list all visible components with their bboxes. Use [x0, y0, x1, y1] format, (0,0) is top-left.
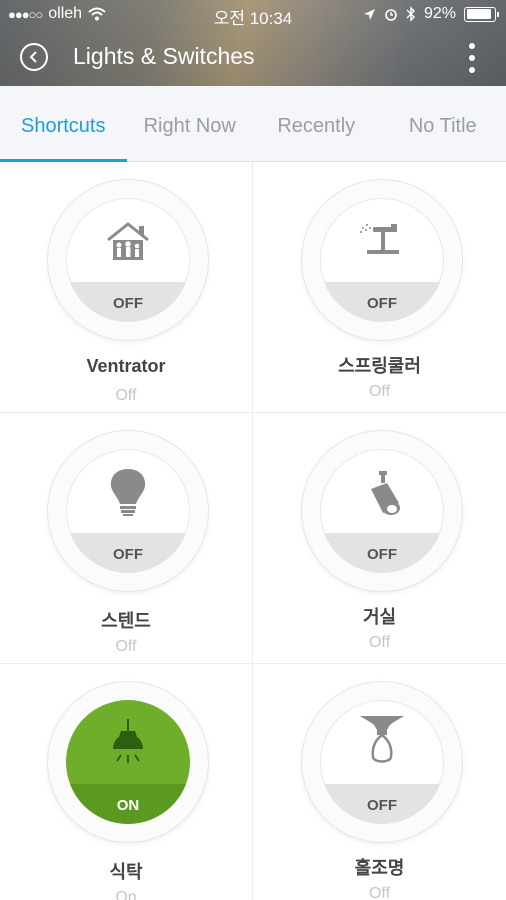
device-toggle[interactable]: OFF	[48, 180, 208, 340]
device-name: 홀조명	[354, 858, 405, 878]
tab-no-title[interactable]: No Title	[380, 86, 506, 161]
tab-bar: Shortcuts Right Now Recently No Title	[0, 86, 506, 162]
battery-percent: 92%	[423, 5, 456, 22]
location-arrow-icon	[363, 8, 375, 20]
device-tile-living-room[interactable]: OFF 거실 Off	[253, 413, 506, 664]
back-button[interactable]	[20, 43, 48, 71]
page-title: Lights & Switches	[73, 43, 255, 69]
toggle-state-label: OFF	[113, 546, 143, 563]
ceiling-lamp-icon	[360, 716, 404, 763]
device-toggle[interactable]: OFF	[302, 180, 462, 340]
sprinkler-icon	[360, 224, 399, 254]
toggle-state-label: OFF	[367, 797, 397, 814]
device-toggle[interactable]: ON	[48, 682, 208, 842]
device-name: 스프링쿨러	[338, 356, 421, 376]
toggle-state-label: ON	[116, 797, 140, 814]
device-toggle[interactable]: OFF	[48, 431, 208, 591]
spotlight-icon	[371, 471, 400, 515]
bluetooth-icon	[406, 6, 415, 22]
app-header: ●●●○○ olleh 오전 10:34 92% Lights & Switch…	[0, 0, 506, 86]
more-vert-icon	[469, 43, 475, 49]
device-name: 거실	[362, 607, 397, 627]
device-tile-dining[interactable]: ON 식탁 On	[0, 664, 253, 900]
device-status: Off	[368, 885, 391, 900]
alarm-icon	[385, 9, 397, 21]
device-tile-sprinkler[interactable]: OFF 스프링쿨러 Off	[253, 162, 506, 413]
toggle-state-label: OFF	[113, 295, 143, 312]
device-status: Off	[115, 638, 137, 655]
toggle-state-label: OFF	[367, 546, 397, 563]
back-icon	[29, 51, 37, 63]
device-toggle[interactable]: OFF	[302, 682, 462, 842]
device-tile-stand[interactable]: OFF 스텐드 Off	[0, 413, 253, 664]
device-status: On	[115, 889, 137, 900]
device-toggle[interactable]: OFF	[302, 431, 462, 591]
device-tile-ventrator[interactable]: OFF Ventrator Off	[0, 162, 253, 413]
device-name: Ventrator	[86, 356, 166, 376]
device-grid: OFF Ventrator Off OFF 스프링쿨러 Off OFF 스텐드 …	[0, 162, 506, 900]
device-status: Off	[368, 383, 391, 400]
device-name: 식탁	[109, 862, 143, 882]
bulb-icon	[110, 469, 146, 516]
battery-icon	[464, 6, 499, 22]
device-name: 스텐드	[101, 611, 151, 631]
more-button[interactable]	[468, 43, 476, 73]
nav-bar: Lights & Switches	[0, 30, 506, 86]
device-status: Off	[115, 387, 137, 404]
pendant-lamp-icon	[113, 719, 143, 763]
status-bar: ●●●○○ olleh 오전 10:34 92%	[0, 0, 506, 30]
device-tile-hall-light[interactable]: OFF 홀조명 Off	[253, 664, 506, 900]
device-status: Off	[368, 634, 391, 651]
tab-shortcuts[interactable]: Shortcuts	[0, 86, 127, 162]
house-icon	[107, 222, 149, 260]
tab-recently[interactable]: Recently	[253, 86, 380, 161]
toggle-state-label: OFF	[367, 295, 397, 312]
tab-right-now[interactable]: Right Now	[127, 86, 254, 161]
